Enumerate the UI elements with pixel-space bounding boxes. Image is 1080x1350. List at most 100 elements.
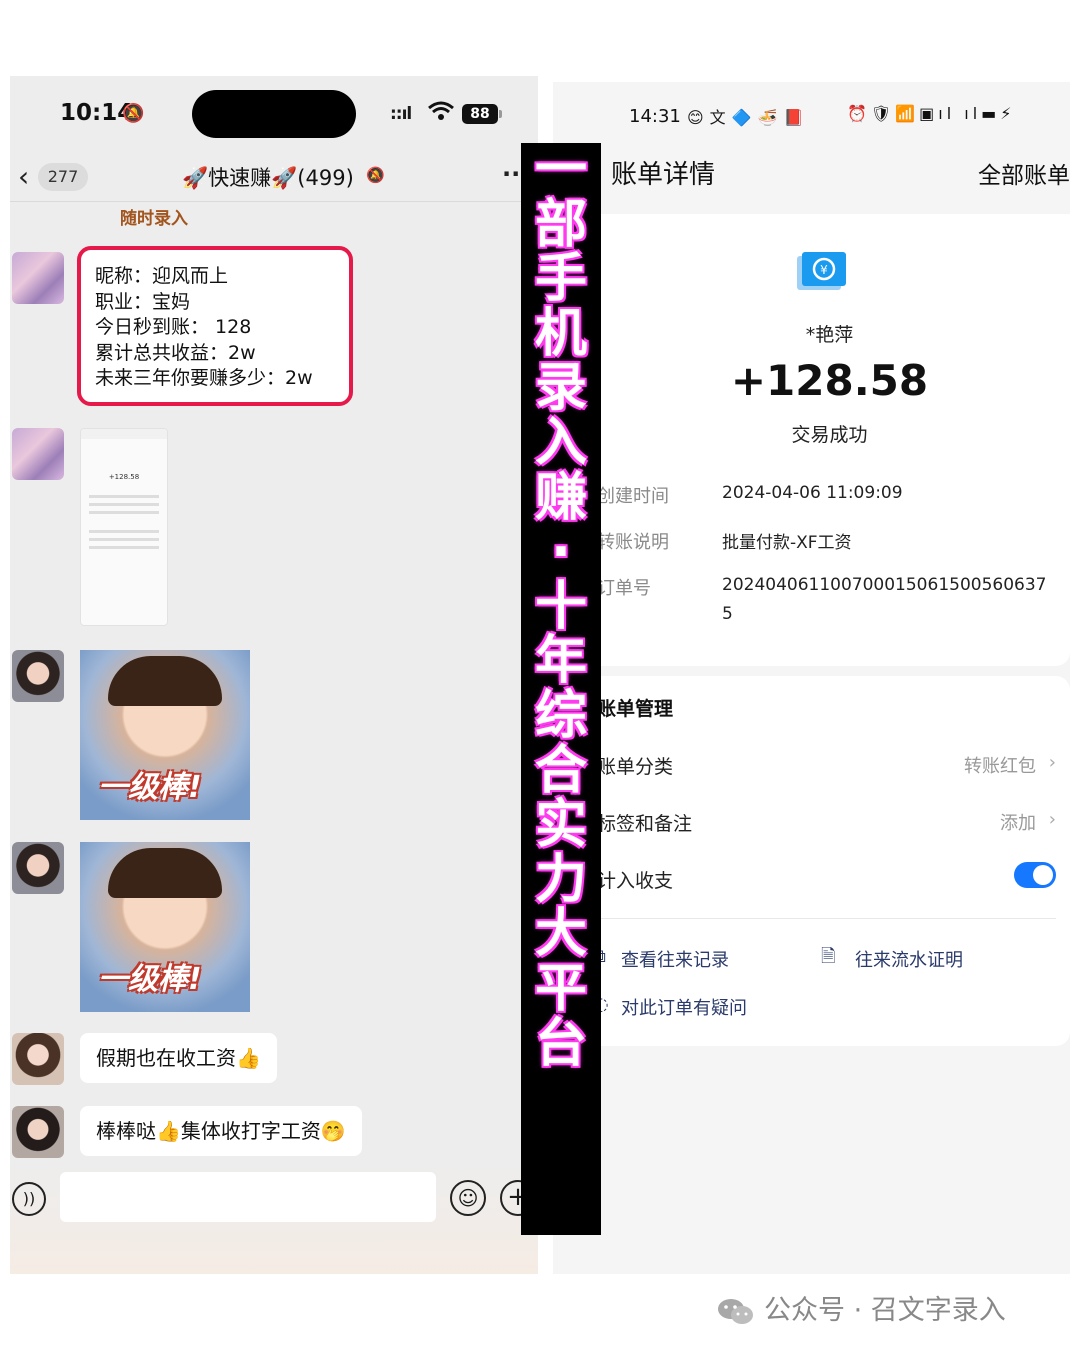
banner-char: 机 <box>534 303 587 364</box>
emoji-icon[interactable]: ☺ <box>450 1180 486 1216</box>
text-message[interactable]: 假期也在收工资👍 <box>80 1033 277 1083</box>
signal-icon: ::ıl <box>390 104 412 124</box>
transfer-note-value: 批量付款-XF工资 <box>722 533 852 553</box>
banner-char: 综 <box>534 685 587 746</box>
page-title: 账单详情 <box>611 160 716 190</box>
thumbnail-line <box>89 530 159 533</box>
category-label[interactable]: 账单分类 <box>597 752 673 779</box>
view-history-link[interactable]: 查看往来记录 <box>621 946 729 972</box>
sticker-hair <box>108 848 222 898</box>
avatar[interactable] <box>12 252 64 304</box>
sticker-image[interactable]: 一级棒! <box>80 650 250 820</box>
tags-value[interactable]: 添加 <box>1000 809 1036 835</box>
thumbnail-line <box>89 511 159 514</box>
thumbnail-amount: +128.58 <box>108 473 140 481</box>
info-goal: 未来三年你要赚多少：2w <box>95 367 313 390</box>
bill-detail-screen: 14:31 😊文🔷🍜📕 ⏰🛡📶▣ıl ıl▬⚡ 账单详情 全部账单 ¥ *艳萍 … <box>553 82 1070 1274</box>
banner-char: · <box>551 522 571 583</box>
all-bills-link[interactable]: 全部账单 <box>978 156 1070 190</box>
avatar[interactable] <box>12 650 64 702</box>
banner-char: 平 <box>534 958 587 1019</box>
banner-char: 大 <box>534 904 587 965</box>
input-bar: )) ☺ + <box>10 1164 538 1274</box>
sticker-caption: 一级棒! <box>98 770 202 805</box>
banner-char: 一 <box>534 140 587 200</box>
avatar[interactable] <box>12 842 64 894</box>
avatar[interactable] <box>12 428 64 480</box>
group-title: 🚀快速赚🚀(499) <box>182 166 354 190</box>
banner-char: 十 <box>534 576 587 637</box>
info-total-income: 累计总共收益：2w <box>95 341 256 364</box>
sticker-caption: 一级棒! <box>98 962 202 997</box>
screenshot-thumbnail[interactable]: +128.58 <box>80 428 168 626</box>
banner-char: 合 <box>534 740 587 801</box>
promo-banner: 一部手机录入赚 · 十年综合实力大平台 <box>521 143 601 1235</box>
order-question-link[interactable]: 对此订单有疑问 <box>621 994 747 1020</box>
thumbnail-line <box>89 495 159 498</box>
transaction-status: 交易成功 <box>791 424 868 446</box>
order-number-value-line2: 5 <box>722 604 733 624</box>
order-number-label: 订单号 <box>597 578 651 599</box>
transaction-amount: +128.58 <box>730 356 929 405</box>
banner-char: 实 <box>534 795 587 856</box>
toggle-knob <box>1033 865 1053 885</box>
banner-char: 赚 <box>534 467 587 528</box>
thumbnail-status-bar <box>81 429 167 439</box>
promo-banner-text: 一部手机录入赚 · 十年综合实力大平台 <box>521 143 601 1071</box>
status-bar: 14:31 😊文🔷🍜📕 ⏰🛡📶▣ıl ıl▬⚡ <box>553 82 1070 148</box>
sticker-image[interactable]: 一级棒! <box>80 842 250 1012</box>
created-time-label: 创建时间 <box>597 486 669 507</box>
thumbnail-line <box>89 503 159 506</box>
include-in-budget-label: 计入收支 <box>597 870 674 892</box>
battery-tip <box>499 110 502 118</box>
banner-char: 入 <box>534 412 587 473</box>
avatar[interactable] <box>12 1106 64 1158</box>
watermark: 公众号 · 召文字录入 <box>716 1288 1006 1327</box>
banner-char: 年 <box>534 631 587 692</box>
unread-count-badge[interactable]: 277 <box>38 163 88 191</box>
wechat-icon <box>718 1298 753 1324</box>
info-card-message[interactable]: 昵称：迎风而上 职业：宝妈 今日秒到账： 128 累计总共收益：2w 未来三年你… <box>77 246 353 406</box>
banner-char: 力 <box>534 849 587 910</box>
transaction-card: ¥ *艳萍 +128.58 交易成功 创建时间 2024-04-06 11:09… <box>553 214 1070 666</box>
transfer-icon: ¥ <box>797 252 846 290</box>
back-chevron-icon[interactable]: ‹ <box>18 160 29 193</box>
avatar[interactable] <box>12 1033 64 1085</box>
info-nickname: 昵称：迎风而上 <box>95 265 229 287</box>
silent-bell-icon: 🔕 <box>122 103 145 124</box>
chevron-right-icon[interactable]: › <box>1049 752 1056 773</box>
info-today-income: 今日秒到账： 128 <box>95 316 252 339</box>
chat-screen: 10:14 🔕 ::ıl 88 ‹ 277 🚀快速赚🚀(499) 🔕 ··· 随… <box>10 76 538 1274</box>
management-title: 账单管理 <box>597 698 674 720</box>
sender-tag: 随时录入 <box>120 209 188 229</box>
bill-management-card: 账单管理 账单分类 转账红包 › 标签和备注 添加 › 计入收支 ⧉ 查看往来记… <box>553 676 1070 1046</box>
chat-header: ‹ 277 🚀快速赚🚀(499) 🔕 ··· <box>10 154 538 202</box>
order-number-value-line1: 202404061100700015061500560637 <box>722 575 1047 595</box>
text-message[interactable]: 棒棒哒👍集体收打字工资🤭 <box>80 1106 362 1156</box>
sticker-hair <box>108 656 222 706</box>
status-time: 14:31 <box>629 106 681 127</box>
battery-icon: 88 <box>462 104 498 124</box>
tags-label[interactable]: 标签和备注 <box>597 809 692 836</box>
document-icon: 🗎 <box>821 946 836 967</box>
status-bar: 10:14 🔕 ::ıl 88 <box>10 76 538 154</box>
message-input[interactable] <box>60 1172 436 1222</box>
notification-app-icons: 😊文🔷🍜📕 <box>687 108 810 127</box>
watermark-text: 公众号 · 召文字录入 <box>764 1295 1006 1326</box>
dynamic-island <box>192 90 356 138</box>
chevron-right-icon[interactable]: › <box>1049 809 1056 830</box>
svg-text:¥: ¥ <box>820 263 828 277</box>
category-value[interactable]: 转账红包 <box>964 752 1036 778</box>
banner-char: 台 <box>534 1013 587 1074</box>
banner-char: 录 <box>534 358 587 419</box>
divider <box>597 918 1056 919</box>
voice-input-icon[interactable]: )) <box>12 1182 46 1216</box>
wifi-icon <box>428 101 454 120</box>
transfer-note-label: 转账说明 <box>597 532 669 553</box>
banner-char: 部 <box>534 194 587 255</box>
system-status-icons: ⏰🛡📶▣ıl ıl▬⚡ <box>847 104 1016 123</box>
transaction-proof-link[interactable]: 往来流水证明 <box>855 946 963 972</box>
created-time-value: 2024-04-06 11:09:09 <box>722 483 903 503</box>
include-in-budget-toggle[interactable] <box>1014 862 1056 888</box>
bill-header: 账单详情 全部账单 <box>553 148 1070 210</box>
